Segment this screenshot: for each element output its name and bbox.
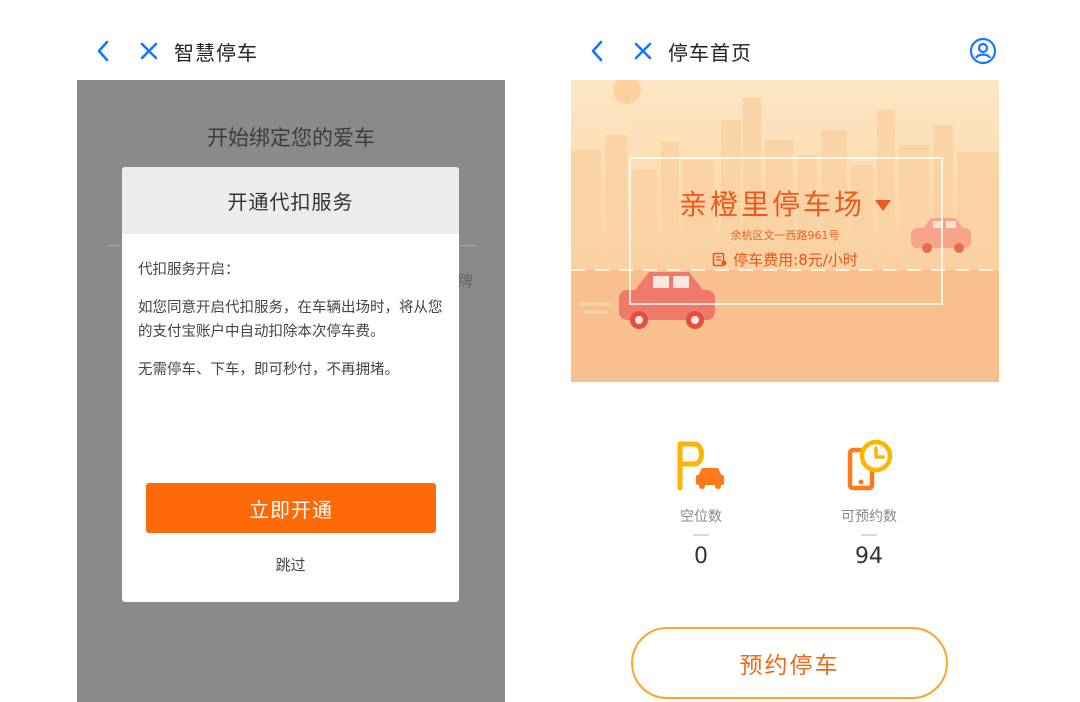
lot-name: 亲橙里停车场 [678, 188, 865, 221]
back-icon[interactable] [582, 36, 612, 66]
back-icon[interactable] [88, 36, 118, 66]
dialog-intro: 代扣服务开启： [138, 262, 240, 278]
page-title: 停车首页 [668, 40, 752, 65]
parking-car-icon [641, 436, 761, 492]
bind-car-title: 开始绑定您的爱车 [207, 126, 375, 150]
activate-now-button[interactable]: 立即开通 [146, 483, 436, 533]
dialog-title: 开通代扣服务 [122, 167, 459, 234]
dialog-description: 如您同意开启代扣服务，在车辆出场时，将从您的支付宝账户中自动扣除本次停车费。 [138, 300, 443, 340]
bookable-spaces-value: 94 [855, 544, 883, 569]
bookable-spaces-stat: 可预约数 94 [809, 436, 929, 569]
auto-deduct-dialog: 开通代扣服务 代扣服务开启： 如您同意开启代扣服务，在车辆出场时，将从您的支付宝… [122, 167, 459, 602]
reserve-parking-button[interactable]: 预约停车 [631, 627, 948, 699]
fee-icon [712, 252, 727, 267]
user-icon[interactable] [968, 36, 998, 66]
close-icon[interactable] [628, 36, 658, 66]
dialog-benefit: 无需停车、下车，即可秒付，不再拥堵。 [138, 362, 399, 378]
free-spaces-value: 0 [694, 544, 708, 569]
close-icon[interactable] [134, 36, 164, 66]
bookable-spaces-label: 可预约数 [841, 509, 897, 525]
lot-name-selector[interactable]: 亲橙里停车场 [679, 183, 891, 223]
left-navbar: 智慧停车 [88, 28, 258, 74]
lot-fee-row: 停车费用:8元/小时 [712, 249, 858, 270]
caret-down-icon[interactable] [875, 199, 891, 211]
free-spaces-label: 空位数 [680, 509, 722, 525]
divider [861, 534, 877, 536]
dialog-body: 代扣服务开启： 如您同意开启代扣服务，在车辆出场时，将从您的支付宝账户中自动扣除… [122, 234, 459, 382]
free-spaces-stat: 空位数 0 [641, 436, 761, 569]
lot-info: 亲橙里停车场 余杭区文一西路961号 停车费用:8元/小时 [571, 183, 999, 271]
parking-lot-banner: 亲橙里停车场 余杭区文一西路961号 停车费用:8元/小时 [571, 80, 999, 382]
page-title: 智慧停车 [174, 40, 258, 65]
phone-clock-icon [809, 436, 929, 492]
lot-fee: 停车费用:8元/小时 [733, 251, 858, 269]
divider [693, 534, 709, 536]
skip-link[interactable]: 跳过 [122, 554, 459, 575]
plate-label-fragment: 牌 [457, 272, 473, 290]
right-navbar: 停车首页 [582, 28, 1002, 74]
lot-address: 余杭区文一西路961号 [730, 229, 840, 242]
